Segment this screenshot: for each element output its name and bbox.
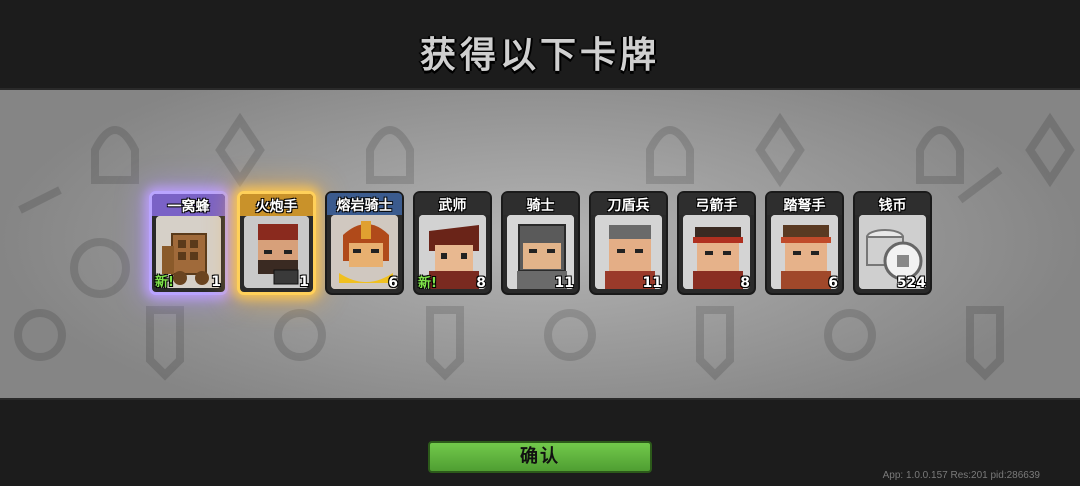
card-qishi[interactable]: 骑士 11 — [501, 191, 580, 295]
card-daodunbing[interactable]: 刀盾兵 11 — [589, 191, 668, 295]
card-count: 1 — [211, 274, 221, 290]
card-name: 刀盾兵 — [607, 198, 650, 214]
version-info: App: 1.0.0.157 Res:201 pid:286639 — [882, 470, 1040, 481]
card-tanushou[interactable]: 踏弩手 6 — [765, 191, 844, 295]
confirm-button[interactable]: 确认 — [428, 441, 652, 473]
card-name: 骑士 — [526, 198, 555, 214]
card-gongjianshou[interactable]: 弓箭手 8 — [677, 191, 756, 295]
card-name: 熔岩骑士 — [336, 198, 393, 214]
card-name: 一窝蜂 — [167, 199, 210, 215]
card-count: 8 — [740, 275, 750, 291]
card-name: 弓箭手 — [695, 198, 738, 214]
screen-title: 获得以下卡牌 — [419, 35, 660, 76]
card-count: 8 — [476, 275, 486, 291]
card-rongyanqishi[interactable]: 熔岩骑士 6 — [325, 191, 404, 295]
card-wushi[interactable]: 武师 新! 8 — [413, 191, 492, 295]
card-count: 11 — [554, 275, 574, 291]
card-huopaoshou[interactable]: 火炮手 1 — [237, 191, 316, 295]
card-count: 1 — [299, 274, 309, 290]
card-name: 踏弩手 — [783, 198, 826, 214]
card-qianbi[interactable]: 钱币 524 — [853, 191, 932, 295]
card-count: 6 — [388, 275, 398, 291]
card-name: 火炮手 — [255, 199, 298, 215]
card-count: 6 — [828, 275, 838, 291]
card-name: 武师 — [438, 198, 467, 214]
card-name: 钱币 — [878, 198, 907, 214]
card-yiwofeng[interactable]: 一窝蜂 新! 1 — [149, 191, 228, 295]
new-badge: 新! — [155, 275, 174, 290]
card-count: 11 — [642, 275, 662, 291]
new-badge: 新! — [418, 276, 437, 291]
card-count: 524 — [896, 275, 926, 291]
card-row: 一窝蜂 新! 1 火炮手 1 熔岩骑士 6 武师 新! 8 骑士 11 刀盾兵 … — [147, 191, 937, 299]
